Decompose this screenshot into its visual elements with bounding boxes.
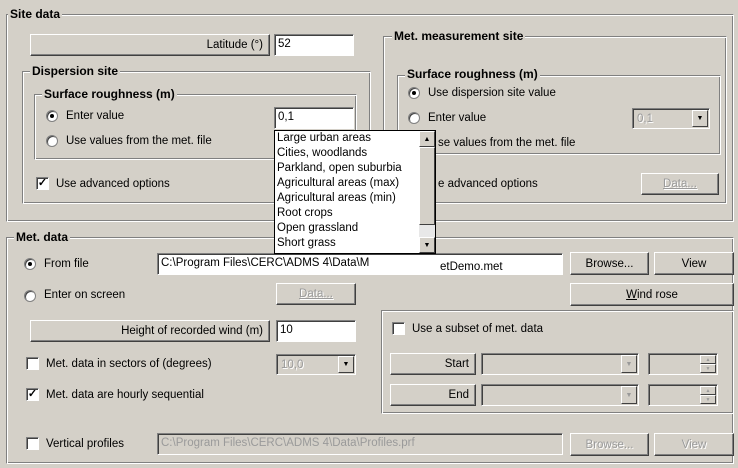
latitude-input[interactable]: 52 — [274, 34, 354, 56]
vertical-browse-label: Browse... — [585, 438, 634, 451]
met-file-path-head: C:\Program Files\CERC\ADMS 4\Data\M — [161, 257, 370, 269]
chevron-down-icon[interactable]: ▼ — [621, 386, 637, 404]
scroll-up-icon[interactable]: ▲ — [419, 131, 435, 147]
vertical-browse-button[interactable]: Browse... — [570, 433, 649, 456]
sectors-value: 10,0 — [281, 359, 304, 371]
dispersion-enter-value-radio[interactable] — [46, 110, 58, 122]
met-roughness-title: Surface roughness (m) — [405, 67, 540, 81]
dropdown-item[interactable]: Agricultural areas (max) — [277, 177, 399, 190]
spinner-arrows[interactable]: ▲ ▼ — [700, 355, 716, 373]
latitude-button[interactable]: Latitude (°) — [30, 34, 270, 56]
spinner-arrows[interactable]: ▲ ▼ — [700, 386, 716, 404]
height-of-wind-input[interactable]: 10 — [276, 320, 356, 342]
sectors-combo[interactable]: 10,0 ▼ — [276, 354, 356, 375]
dropdown-item[interactable]: Large urban areas — [277, 132, 371, 145]
height-of-wind-button[interactable]: Height of recorded wind (m) — [30, 320, 270, 342]
subset-checkbox[interactable] — [392, 322, 405, 335]
start-button[interactable]: Start — [390, 353, 476, 375]
chevron-down-icon[interactable]: ▼ — [338, 356, 354, 373]
met-roughness-value: 0,1 — [637, 113, 653, 125]
start-date-combo[interactable]: ▼ — [481, 353, 639, 375]
dropdown-item[interactable]: Root crops — [277, 207, 333, 220]
browse-button-label: Browse... — [585, 257, 634, 270]
met-enter-value-label[interactable]: Enter value — [428, 111, 486, 125]
latitude-label: Latitude (°) — [206, 39, 263, 51]
vertical-profiles-path[interactable]: C:\Program Files\CERC\ADMS 4\Data\Profil… — [157, 433, 563, 455]
met-data-data-label: Data... — [299, 288, 333, 300]
site-met-data-dialog: Site data Latitude (°) 52 Dispersion sit… — [0, 0, 738, 468]
dispersion-site-title: Dispersion site — [30, 64, 121, 78]
dispersion-enter-value-label[interactable]: Enter value — [66, 109, 124, 123]
met-met-file-label[interactable]: se values from the met. file — [438, 136, 575, 150]
hourly-label[interactable]: Met. data are hourly sequential — [46, 388, 204, 402]
vertical-profiles-checkbox[interactable] — [26, 437, 39, 450]
browse-button[interactable]: Browse... — [570, 252, 649, 275]
met-data-data-button[interactable]: Data... — [276, 283, 356, 305]
end-button-label: End — [448, 389, 469, 401]
view-button-label: View — [681, 257, 707, 270]
wind-rose-accel: W — [626, 288, 637, 301]
dropdown-item[interactable]: Agricultural areas (min) — [277, 192, 396, 205]
met-file-path-input[interactable]: C:\Program Files\CERC\ADMS 4\Data\M etDem… — [157, 253, 563, 275]
dropdown-item[interactable]: Short grass — [277, 237, 336, 250]
met-roughness-combo[interactable]: 0,1 ▼ — [632, 108, 710, 129]
dispersion-roughness-title: Surface roughness (m) — [42, 87, 177, 101]
dispersion-advanced-checkbox[interactable]: ✓ — [36, 177, 49, 190]
met-data-button-label: Data... — [663, 178, 697, 190]
from-file-radio[interactable] — [24, 258, 36, 270]
enter-on-screen-label[interactable]: Enter on screen — [44, 288, 125, 302]
met-advanced-label[interactable]: e advanced options — [438, 177, 538, 191]
met-data-button[interactable]: Data... — [641, 173, 719, 195]
scroll-thumb[interactable] — [419, 147, 435, 225]
hourly-checkbox[interactable]: ✓ — [26, 388, 39, 401]
enter-on-screen-radio[interactable] — [24, 290, 36, 302]
height-of-wind-label: Height of recorded wind (m) — [121, 325, 263, 337]
spin-up-icon[interactable]: ▲ — [700, 386, 716, 395]
site-data-title: Site data — [8, 7, 63, 21]
met-use-dispersion-label[interactable]: Use dispersion site value — [428, 86, 556, 100]
met-data-title: Met. data — [14, 230, 71, 244]
dispersion-met-file-label[interactable]: Use values from the met. file — [66, 134, 212, 148]
view-button[interactable]: View — [654, 252, 734, 275]
from-file-label[interactable]: From file — [44, 257, 89, 271]
wind-rose-label: Wind rose — [626, 289, 678, 301]
dispersion-advanced-label[interactable]: Use advanced options — [56, 177, 170, 191]
met-use-dispersion-radio[interactable] — [408, 87, 420, 99]
start-button-label: Start — [444, 358, 469, 370]
chevron-down-icon[interactable]: ▼ — [621, 355, 637, 373]
end-time-spinner[interactable]: ▲ ▼ — [648, 384, 718, 406]
met-enter-value-radio[interactable] — [408, 112, 420, 124]
dropdown-scrollbar[interactable]: ▲ ▼ — [419, 131, 435, 253]
vertical-view-button[interactable]: View — [654, 433, 734, 456]
end-date-combo[interactable]: ▼ — [481, 384, 639, 406]
scroll-down-icon[interactable]: ▼ — [419, 237, 435, 253]
chevron-down-icon[interactable]: ▼ — [692, 110, 708, 127]
dispersion-roughness-input[interactable]: 0,1 — [274, 107, 354, 129]
roughness-dropdown-list[interactable]: Large urban areas Cities, woodlands Park… — [274, 130, 436, 254]
vertical-view-label: View — [681, 438, 707, 451]
met-site-title: Met. measurement site — [392, 29, 526, 43]
spin-up-icon[interactable]: ▲ — [700, 355, 716, 364]
wind-rose-rest: ind rose — [636, 288, 678, 301]
vertical-profiles-label[interactable]: Vertical profiles — [46, 437, 124, 451]
spin-down-icon[interactable]: ▼ — [700, 395, 716, 404]
spin-down-icon[interactable]: ▼ — [700, 364, 716, 373]
subset-label[interactable]: Use a subset of met. data — [412, 322, 543, 336]
dispersion-met-file-radio[interactable] — [46, 135, 58, 147]
dropdown-item[interactable]: Parkland, open suburbia — [277, 162, 402, 175]
wind-rose-button[interactable]: Wind rose — [570, 283, 734, 306]
dropdown-item[interactable]: Cities, woodlands — [277, 147, 367, 160]
sectors-checkbox[interactable] — [26, 357, 39, 370]
met-file-path-tail: etDemo.met — [440, 261, 503, 273]
start-time-spinner[interactable]: ▲ ▼ — [648, 353, 718, 375]
end-button[interactable]: End — [390, 384, 476, 406]
sectors-label[interactable]: Met. data in sectors of (degrees) — [46, 357, 212, 371]
dropdown-item[interactable]: Open grassland — [277, 222, 358, 235]
